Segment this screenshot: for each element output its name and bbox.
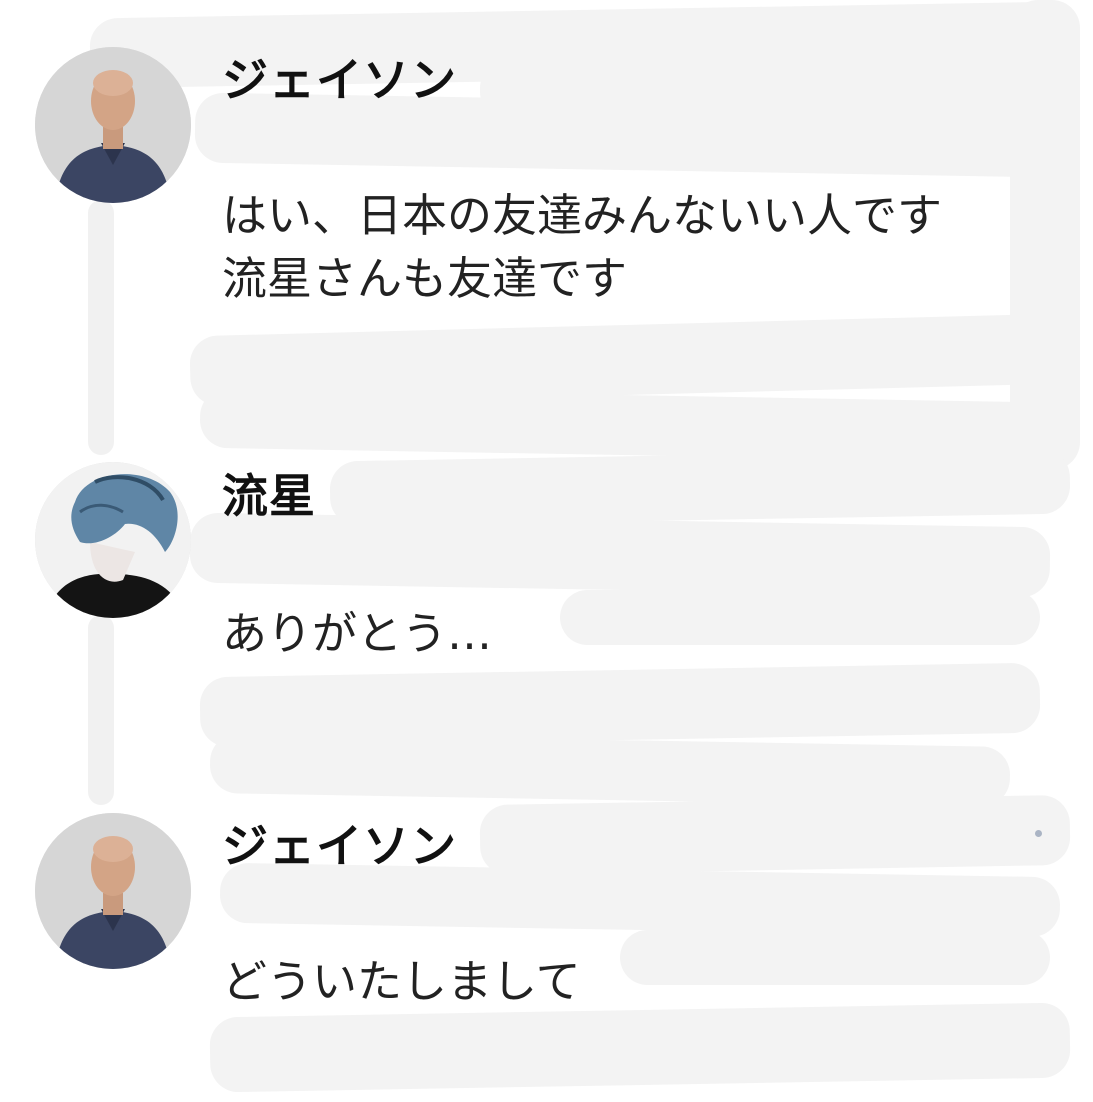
message-1[interactable]: ジェイソン はい、日本の友達みんないい人です 流星さんも友達です (0, 0, 1093, 330)
bald-man-avatar-icon (35, 813, 191, 969)
avatar-ryusei[interactable] (35, 462, 191, 618)
message-3[interactable]: ジェイソン どういたしまして (0, 780, 1093, 1040)
bald-man-avatar-icon (35, 47, 191, 203)
message-text: はい、日本の友達みんないい人です 流星さんも友達です (222, 189, 943, 305)
message-text: どういたしまして (222, 955, 581, 1008)
message-text: ありがとう… (222, 607, 493, 660)
author-name[interactable]: ジェイソン (222, 810, 457, 876)
anime-boy-avatar-icon (35, 462, 191, 618)
author-name[interactable]: 流星 (222, 460, 316, 526)
avatar-jason[interactable] (35, 813, 191, 969)
avatar-jason[interactable] (35, 47, 191, 203)
author-name[interactable]: ジェイソン (222, 44, 457, 110)
message-2[interactable]: 流星 ありがとう… (0, 430, 1093, 690)
